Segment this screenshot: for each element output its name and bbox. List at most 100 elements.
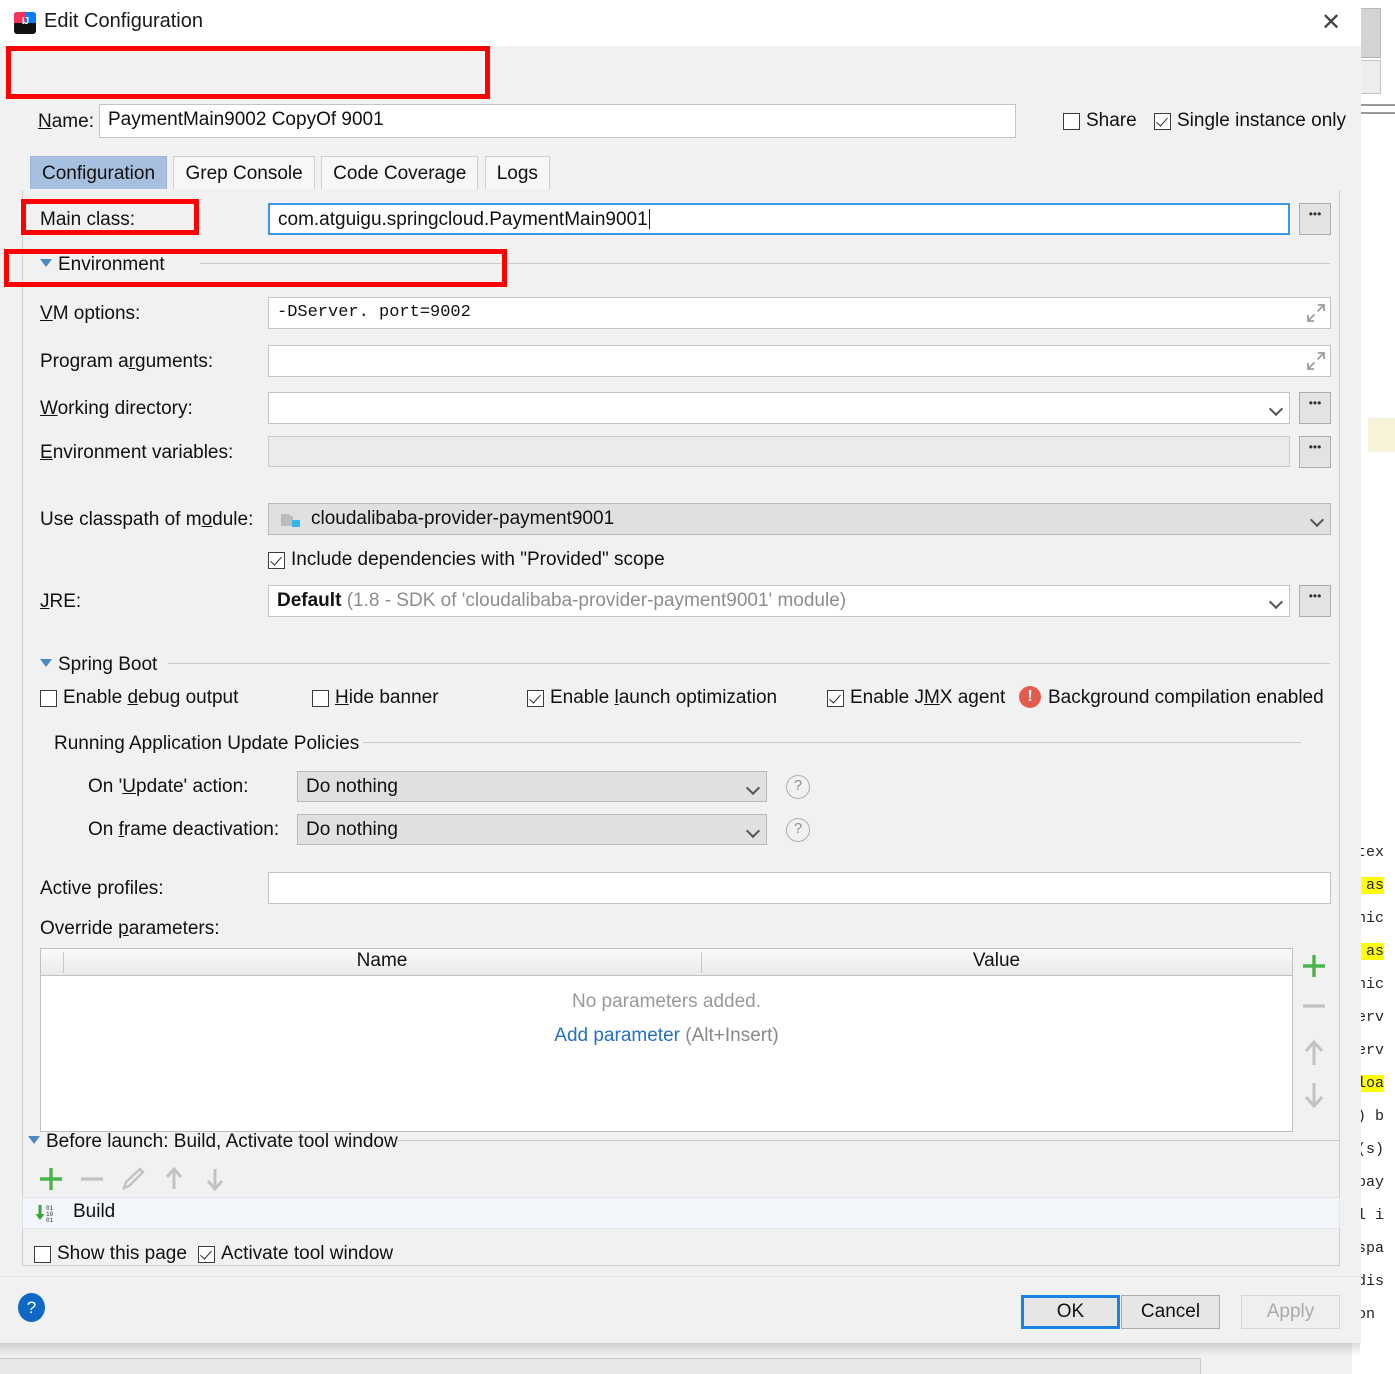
vm-options-input[interactable]: -DServer. port=9002	[268, 297, 1331, 329]
arrow-down-icon[interactable]	[198, 1162, 232, 1196]
tab-logs[interactable]: Logs	[484, 156, 550, 189]
chevron-down-icon	[748, 826, 759, 833]
add-parameter-link[interactable]: Add parameter	[554, 1025, 680, 1046]
checkbox-box	[1154, 113, 1171, 130]
override-parameters-table: Name Value No parameters added. Add para…	[40, 948, 1293, 1132]
before-launch-section-label: Before launch: Build, Activate tool wind…	[46, 1131, 398, 1152]
pencil-edit-icon[interactable]	[116, 1162, 150, 1196]
intellij-idea-icon: IJ	[14, 12, 36, 34]
column-header-name: Name	[356, 950, 408, 971]
hide-banner-label: Hide banner	[335, 687, 439, 708]
enable-launch-optimization-checkbox[interactable]: Enable launch optimization	[527, 687, 777, 709]
environment-variables-label: Environment variables:	[40, 442, 234, 463]
main-class-label: Main class:	[40, 209, 136, 230]
environment-section-label: Environment	[58, 254, 165, 275]
plus-icon[interactable]	[34, 1162, 68, 1196]
arrow-down-icon[interactable]	[1296, 1074, 1332, 1114]
single-instance-label: Single instance only	[1177, 110, 1346, 131]
close-icon[interactable]: ✕	[1317, 10, 1345, 38]
help-question-icon[interactable]: ?	[18, 1293, 45, 1322]
apply-button[interactable]: Apply	[1241, 1295, 1340, 1329]
checkbox-box	[40, 690, 57, 707]
arrow-up-icon[interactable]	[1296, 1034, 1332, 1074]
on-frame-deactivation-value: Do nothing	[306, 819, 398, 840]
collapse-triangle-icon	[28, 1136, 40, 1144]
checkbox-box	[198, 1246, 215, 1263]
jre-value-detail: (1.8 - SDK of 'cloudalibaba-provider-pay…	[346, 590, 847, 611]
add-parameter-hint: (Alt+Insert)	[685, 1025, 779, 1046]
environment-section-header[interactable]: Environment	[40, 254, 165, 276]
editor-code-sliver: tex as nic as nic erv erv loa ) b (s) pa…	[1357, 844, 1385, 1323]
minus-icon[interactable]	[1296, 986, 1332, 1026]
before-launch-section-header[interactable]: Before launch: Build, Activate tool wind…	[28, 1131, 398, 1153]
environment-variables-browse-button[interactable]	[1299, 436, 1331, 468]
section-divider	[396, 1140, 1340, 1141]
active-profiles-input[interactable]	[268, 872, 1331, 904]
minus-icon[interactable]	[75, 1162, 109, 1196]
classpath-module-combo[interactable]: cloudalibaba-provider-payment9001	[268, 503, 1331, 535]
ide-status-bar	[0, 1358, 1201, 1374]
main-class-input[interactable]: com.atguigu.springcloud.PaymentMain9001	[268, 203, 1290, 235]
override-parameters-label: Override parameters:	[40, 918, 220, 939]
before-launch-task-row[interactable]: 01 10 01 Build	[22, 1197, 1340, 1229]
checkbox-box	[1063, 113, 1080, 130]
ok-button[interactable]: OK	[1021, 1295, 1120, 1329]
share-checkbox[interactable]: Share	[1063, 110, 1137, 132]
on-frame-deactivation-combo[interactable]: Do nothing	[297, 814, 767, 845]
on-update-action-label: On 'Update' action:	[88, 776, 249, 797]
section-divider	[200, 263, 1330, 264]
working-directory-label: Working directory:	[40, 398, 193, 419]
on-update-action-combo[interactable]: Do nothing	[297, 771, 767, 802]
tab-bar: Configuration Grep Console Code Coverage…	[30, 156, 552, 189]
include-provided-scope-label: Include dependencies with "Provided" sco…	[291, 549, 665, 570]
enable-jmx-agent-checkbox[interactable]: Enable JMX agent	[827, 687, 1005, 709]
include-provided-scope-checkbox[interactable]: Include dependencies with "Provided" sco…	[268, 549, 665, 571]
enable-debug-output-checkbox[interactable]: Enable debug output	[40, 687, 238, 709]
classpath-module-value: cloudalibaba-provider-payment9001	[311, 508, 615, 529]
cancel-button[interactable]: Cancel	[1121, 1295, 1220, 1329]
program-arguments-input[interactable]	[268, 345, 1331, 377]
warning-error-icon: !	[1019, 686, 1041, 708]
expand-arrows-icon[interactable]	[1305, 350, 1327, 372]
jre-browse-button[interactable]	[1299, 585, 1331, 617]
working-directory-browse-button[interactable]	[1299, 392, 1331, 424]
collapse-triangle-icon	[40, 659, 52, 667]
svg-text:01: 01	[46, 1217, 54, 1224]
activate-tool-window-label: Activate tool window	[221, 1243, 394, 1264]
enable-launch-optimization-label: Enable launch optimization	[550, 687, 778, 708]
dialog-footer: ? OK Cancel Apply	[0, 1276, 1361, 1343]
spring-boot-section-header[interactable]: Spring Boot	[40, 654, 157, 676]
jre-label: JRE:	[40, 591, 82, 612]
editor-highlight-band	[1368, 418, 1395, 452]
column-header-value: Value	[972, 950, 1021, 971]
arrow-up-icon[interactable]	[157, 1162, 191, 1196]
show-this-page-label: Show this page	[57, 1243, 187, 1264]
tab-configuration[interactable]: Configuration	[30, 156, 168, 189]
main-class-browse-button[interactable]	[1299, 203, 1331, 235]
help-circle-icon[interactable]: ?	[786, 818, 810, 842]
checkbox-box	[827, 690, 844, 707]
editor-marker-line	[1357, 112, 1395, 114]
table-header-row: Name Value	[41, 949, 1292, 976]
editor-marker-line	[1357, 104, 1395, 106]
checkbox-box	[527, 690, 544, 707]
name-input[interactable]: PaymentMain9002 CopyOf 9001	[99, 104, 1016, 138]
environment-variables-input[interactable]	[268, 436, 1290, 467]
checkbox-box	[312, 690, 329, 707]
activate-tool-window-checkbox[interactable]: Activate tool window	[198, 1243, 393, 1265]
tab-code-coverage[interactable]: Code Coverage	[321, 156, 479, 189]
working-directory-combo[interactable]	[268, 392, 1290, 424]
single-instance-checkbox[interactable]: Single instance only	[1154, 110, 1346, 132]
show-this-page-checkbox[interactable]: Show this page	[34, 1243, 187, 1265]
jre-combo[interactable]: Default (1.8 - SDK of 'cloudalibaba-prov…	[268, 585, 1290, 617]
spring-boot-section-label: Spring Boot	[58, 654, 158, 675]
table-empty-text: No parameters added.	[571, 991, 762, 1012]
dialog-body: Name: PaymentMain9002 CopyOf 9001 Share …	[0, 46, 1361, 1276]
expand-arrows-icon[interactable]	[1305, 302, 1327, 324]
tab-grep-console[interactable]: Grep Console	[173, 156, 315, 189]
plus-icon[interactable]	[1296, 946, 1332, 986]
help-circle-icon[interactable]: ?	[786, 775, 810, 799]
hide-banner-checkbox[interactable]: Hide banner	[312, 687, 439, 709]
chevron-down-icon	[748, 783, 759, 790]
dialog-titlebar: IJ Edit Configuration ✕	[0, 0, 1361, 46]
